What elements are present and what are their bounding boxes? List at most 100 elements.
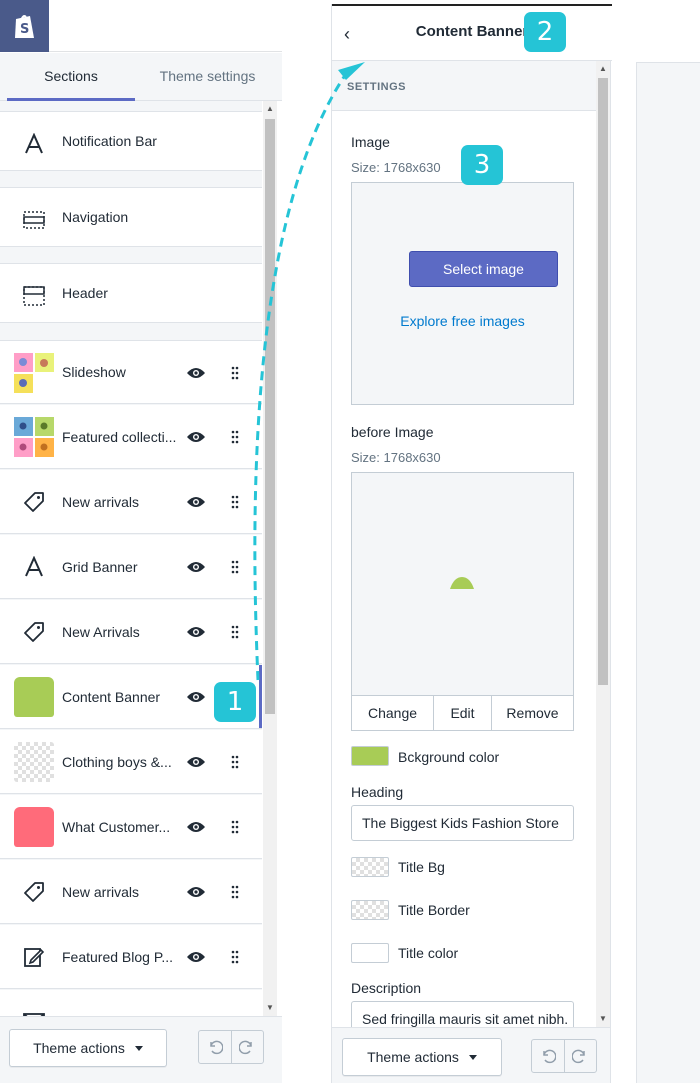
navigation-icon	[14, 200, 54, 240]
section-item-featured-blog[interactable]: Featured Blog P...	[0, 925, 262, 989]
background-color-label: Bckground color	[398, 749, 500, 765]
preview-area	[636, 62, 700, 1083]
section-item-clothing-boys[interactable]: Clothing boys &...	[0, 730, 262, 794]
visibility-eye-icon[interactable]	[186, 366, 206, 380]
redo-icon[interactable]	[230, 1031, 264, 1063]
caret-down-icon	[468, 1054, 477, 1060]
background-color-swatch[interactable]	[351, 746, 389, 766]
explore-free-images-link[interactable]: Explore free images	[352, 313, 573, 329]
title-border-label: Title Border	[398, 902, 470, 918]
text-icon	[14, 124, 54, 164]
title-bg-swatch[interactable]	[351, 857, 389, 877]
svg-text:S: S	[20, 22, 29, 37]
section-item-new-arrivals[interactable]: New arrivals	[0, 470, 262, 534]
blog-edit-icon	[14, 937, 54, 977]
image-preview	[450, 577, 474, 589]
image-actions: Change Edit Remove	[352, 695, 573, 730]
visibility-eye-icon[interactable]	[186, 820, 206, 834]
section-item-new-arrivals-2[interactable]: New Arrivals	[0, 600, 262, 664]
scroll-down-arrow-icon[interactable]: ▼	[263, 1002, 277, 1014]
visibility-eye-icon[interactable]	[186, 495, 206, 509]
left-footer: Theme actions	[0, 1016, 282, 1083]
callout-badge-3: 3	[461, 145, 503, 185]
drag-handle-icon[interactable]	[231, 885, 239, 899]
sections-scrollbar[interactable]: ▲ ▼	[263, 101, 277, 1016]
section-item-subscribe[interactable]: Subscribe to Ne...	[0, 990, 262, 1016]
visibility-eye-icon[interactable]	[186, 885, 206, 899]
tab-sections[interactable]: Sections	[7, 53, 135, 101]
undo-icon[interactable]	[199, 1031, 231, 1063]
scroll-up-arrow-icon[interactable]: ▲	[596, 63, 610, 75]
drag-handle-icon[interactable]	[231, 820, 239, 834]
visibility-eye-icon[interactable]	[186, 560, 206, 574]
scrollbar-thumb[interactable]	[265, 119, 275, 714]
section-item-header[interactable]: Header	[0, 263, 262, 323]
select-image-button[interactable]: Select image	[409, 251, 558, 287]
featured-collection-thumbnail	[14, 417, 54, 457]
section-label: Clothing boys &...	[62, 753, 172, 770]
callout-badge-1: 1	[214, 682, 256, 722]
undo-redo-group	[198, 1030, 264, 1064]
theme-actions-button[interactable]: Theme actions	[342, 1038, 502, 1076]
settings-section-header: SETTINGS	[332, 61, 596, 111]
image-size-hint: Size: 1768x630	[351, 160, 441, 175]
redo-icon[interactable]	[563, 1040, 597, 1072]
section-item-new-arrivals-3[interactable]: New arrivals	[0, 860, 262, 924]
edit-image-button[interactable]: Edit	[433, 696, 491, 730]
caret-down-icon	[134, 1045, 143, 1051]
sections-list: Notification Bar Navigation Header Slide…	[0, 101, 262, 1016]
shopify-logo-icon[interactable]: S	[0, 0, 49, 52]
image-picker: Select image Explore free images	[351, 182, 574, 405]
visibility-eye-icon[interactable]	[186, 755, 206, 769]
scroll-down-arrow-icon[interactable]: ▼	[596, 1013, 610, 1025]
visibility-eye-icon[interactable]	[186, 690, 206, 704]
title-color-label: Title color	[398, 945, 459, 961]
heading-label: Heading	[351, 784, 404, 800]
section-item-featured-collection[interactable]: Featured collecti...	[0, 405, 262, 469]
scrollbar-thumb[interactable]	[598, 78, 608, 685]
section-item-what-customers[interactable]: What Customer...	[0, 795, 262, 859]
drag-handle-icon[interactable]	[231, 755, 239, 769]
drag-handle-icon[interactable]	[231, 430, 239, 444]
section-item-grid-banner[interactable]: Grid Banner	[0, 535, 262, 599]
section-label: New arrivals	[62, 493, 140, 510]
remove-image-button[interactable]: Remove	[491, 696, 573, 730]
drag-handle-icon[interactable]	[231, 366, 239, 380]
section-label: Content Banner	[62, 688, 161, 705]
drag-handle-icon[interactable]	[231, 950, 239, 964]
image-label: Image	[351, 134, 390, 150]
section-item-notification-bar[interactable]: Notification Bar	[0, 111, 262, 171]
before-image-label: before Image	[351, 424, 434, 440]
tag-icon	[14, 872, 54, 912]
section-label: Featured Blog P...	[62, 948, 174, 965]
visibility-eye-icon[interactable]	[186, 430, 206, 444]
heading-input[interactable]: The Biggest Kids Fashion Store	[351, 805, 574, 841]
section-label: Featured collecti...	[62, 428, 177, 445]
drag-handle-icon[interactable]	[231, 625, 239, 639]
visibility-eye-icon[interactable]	[186, 625, 206, 639]
change-image-button[interactable]: Change	[352, 696, 433, 730]
text-icon	[14, 547, 54, 587]
theme-actions-button[interactable]: Theme actions	[9, 1029, 167, 1067]
drag-handle-icon[interactable]	[231, 495, 239, 509]
mail-icon	[14, 1002, 54, 1016]
section-label: New arrivals	[62, 883, 140, 900]
panel-title: Content Banner	[415, 23, 529, 40]
section-label: New Arrivals	[62, 623, 140, 640]
tag-icon	[14, 482, 54, 522]
undo-icon[interactable]	[532, 1040, 564, 1072]
scroll-up-arrow-icon[interactable]: ▲	[263, 103, 277, 115]
panel-tabs: Sections Theme settings	[0, 53, 282, 101]
tab-theme-settings[interactable]: Theme settings	[140, 53, 275, 101]
section-item-navigation[interactable]: Navigation	[0, 187, 262, 247]
sections-panel: S Sections Theme settings Notification B…	[0, 0, 282, 1083]
title-border-swatch[interactable]	[351, 900, 389, 920]
section-item-slideshow[interactable]: Slideshow	[0, 340, 262, 404]
title-color-swatch[interactable]	[351, 943, 389, 963]
visibility-eye-icon[interactable]	[186, 950, 206, 964]
section-label: Header	[62, 285, 108, 301]
green-swatch	[14, 677, 54, 717]
drag-handle-icon[interactable]	[231, 560, 239, 574]
tag-icon	[14, 612, 54, 652]
settings-scrollbar[interactable]: ▲ ▼	[596, 61, 610, 1027]
